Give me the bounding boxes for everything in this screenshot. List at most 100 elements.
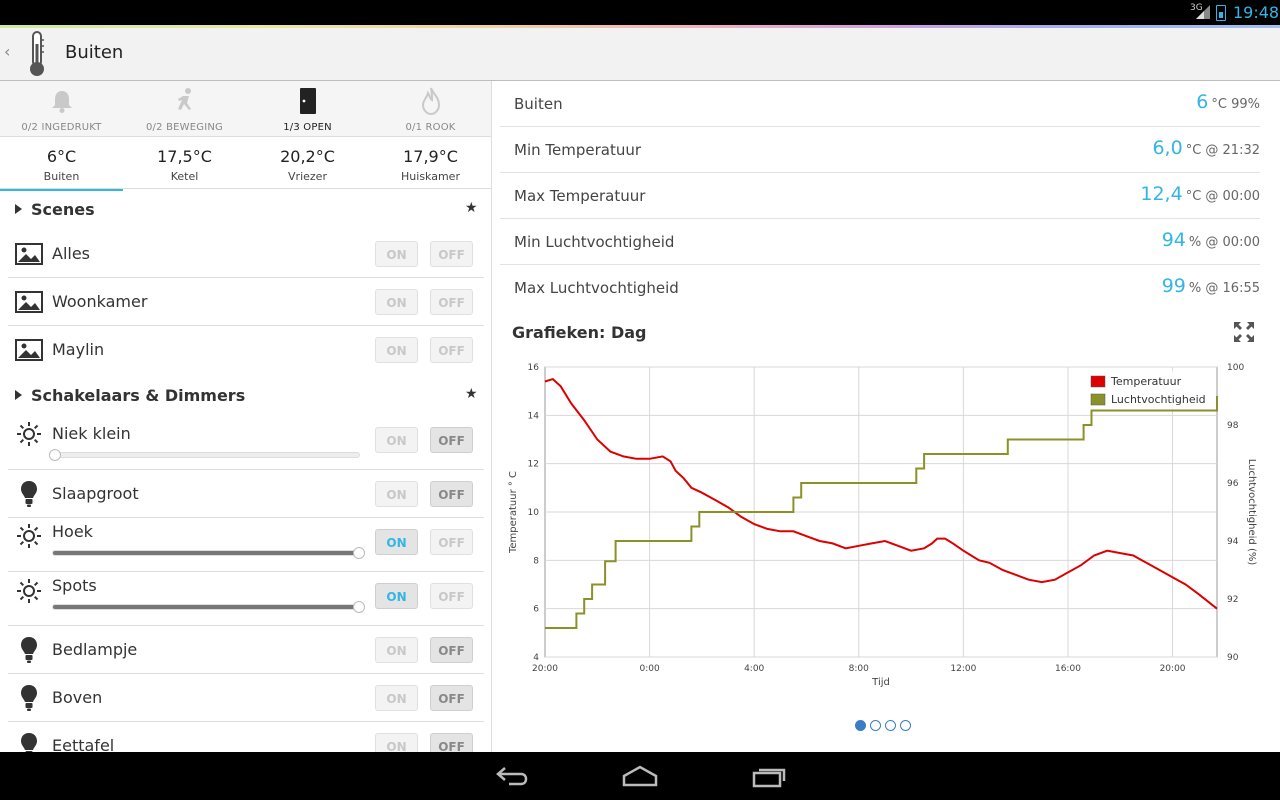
sensor-pressed[interactable]: 0/2 INGEDRUKT — [0, 81, 123, 137]
on-button[interactable]: ON — [375, 427, 418, 453]
on-button[interactable]: ON — [375, 637, 418, 663]
main-content: 0/2 INGEDRUKT 0/2 BEWEGING 1/3 OPEN 0/1 … — [0, 81, 1280, 752]
page-title: Buiten — [65, 42, 124, 63]
stat-unit: % @ 00:00 — [1188, 235, 1260, 250]
page-dot[interactable] — [855, 720, 866, 731]
on-button[interactable]: ON — [375, 583, 418, 609]
legend-swatch — [1090, 393, 1106, 406]
temperature-tabs: 6°C Buiten 17,5°C Ketel 20,2°C Vriezer 1… — [0, 138, 491, 191]
section-header-scenes[interactable]: Scenes ★ — [0, 190, 491, 230]
page-dot[interactable] — [900, 720, 911, 731]
section-header-switches[interactable]: Schakelaars & Dimmers ★ — [0, 376, 491, 416]
y-tick-label: 10 — [528, 508, 540, 518]
off-button[interactable]: OFF — [430, 241, 473, 267]
legend-label: Luchtvochtigheid — [1111, 393, 1206, 406]
switch-label: Eettafel — [52, 736, 115, 752]
stat-label: Max Temperatuur — [514, 187, 646, 205]
stat-label: Max Luchtvochtigheid — [514, 279, 679, 297]
temp-name: Vriezer — [288, 170, 327, 183]
x-tick-label: 4:00 — [744, 664, 764, 674]
stat-label: Min Temperatuur — [514, 141, 642, 159]
on-button[interactable]: ON — [375, 529, 418, 555]
stat-number: 94 — [1161, 229, 1186, 251]
off-button[interactable]: OFF — [430, 529, 473, 555]
stat-label: Buiten — [514, 95, 563, 113]
slider-knob[interactable] — [353, 547, 365, 559]
on-button[interactable]: ON — [375, 241, 418, 267]
off-button[interactable]: OFF — [430, 685, 473, 711]
x-tick-label: 8:00 — [849, 664, 869, 674]
y-tick-label: 4 — [533, 653, 539, 663]
clock: 19:48 — [1233, 3, 1280, 22]
stat-value: 12,4 °C @ 00:00 — [1140, 183, 1260, 205]
on-button[interactable]: ON — [375, 289, 418, 315]
stat-unit: °C 99% — [1211, 97, 1260, 112]
thermometer-icon[interactable] — [24, 30, 50, 78]
stat-unit: % @ 16:55 — [1188, 281, 1260, 296]
dimmer-slider[interactable] — [52, 547, 365, 559]
y-tick-label: 16 — [528, 363, 540, 373]
slider-knob[interactable] — [353, 601, 365, 613]
bulb-icon — [21, 685, 37, 711]
detail-pane: Buiten 6 °C 99% Min Temperatuur 6,0 °C @ 2… — [493, 81, 1280, 752]
signal-icon — [1196, 5, 1210, 19]
off-button[interactable]: OFF — [430, 637, 473, 663]
back-chevron-icon[interactable]: ‹ — [4, 42, 10, 61]
switch-row: Bedlampje ON OFF — [8, 626, 484, 674]
home-icon[interactable] — [621, 764, 659, 788]
dimmer-slider[interactable] — [52, 601, 365, 613]
off-button[interactable]: OFF — [430, 733, 473, 752]
off-button[interactable]: OFF — [430, 481, 473, 507]
legend-swatch — [1090, 375, 1106, 388]
temp-tab-buiten[interactable]: 6°C Buiten — [0, 138, 123, 191]
legend-label: Temperatuur — [1110, 375, 1182, 388]
on-button[interactable]: ON — [375, 685, 418, 711]
switch-row: Boven ON OFF — [8, 674, 484, 722]
stat-row: Min Luchtvochtigheid 94% @ 00:00 — [500, 219, 1260, 265]
back-icon[interactable] — [495, 764, 529, 788]
page-indicator — [855, 720, 925, 732]
switch-label: Niek klein — [52, 424, 131, 443]
sun-icon — [17, 524, 41, 548]
off-button[interactable]: OFF — [430, 427, 473, 453]
status-bar: 3G 19:48 — [0, 0, 1280, 28]
temp-tab-huiskamer[interactable]: 17,9°C Huiskamer — [369, 138, 491, 188]
expand-triangle-icon — [15, 204, 22, 214]
y2-tick-label: 100 — [1227, 363, 1244, 373]
off-button[interactable]: OFF — [430, 289, 473, 315]
bulb-icon — [21, 637, 37, 663]
on-button[interactable]: ON — [375, 481, 418, 507]
sensor-smoke[interactable]: 0/1 ROOK — [369, 81, 491, 137]
slider-knob[interactable] — [49, 449, 61, 461]
star-icon[interactable]: ★ — [465, 200, 478, 216]
sensor-motion[interactable]: 0/2 BEWEGING — [123, 81, 246, 137]
on-button[interactable]: ON — [375, 733, 418, 752]
switch-row: Hoek ON OFF — [8, 518, 484, 572]
sensor-door[interactable]: 1/3 OPEN — [246, 81, 369, 137]
dimmer-slider[interactable] — [49, 449, 360, 461]
temp-name: Ketel — [170, 170, 199, 183]
page-dot[interactable] — [870, 720, 881, 731]
x-tick-label: 16:00 — [1055, 664, 1081, 674]
temp-name: Huiskamer — [401, 170, 460, 183]
stat-label: Min Luchtvochtigheid — [514, 233, 675, 251]
sun-icon — [17, 422, 41, 446]
y2-tick-label: 94 — [1227, 537, 1239, 547]
star-icon[interactable]: ★ — [465, 386, 478, 402]
switch-label: Hoek — [52, 522, 93, 541]
temp-tab-vriezer[interactable]: 20,2°C Vriezer — [246, 138, 369, 188]
y-tick-label: 8 — [533, 556, 539, 566]
switch-row: Eettafel ON OFF — [8, 722, 484, 752]
off-button[interactable]: OFF — [430, 337, 473, 363]
fullscreen-icon[interactable] — [1233, 321, 1255, 343]
temp-tab-ketel[interactable]: 17,5°C Ketel — [123, 138, 246, 188]
stat-number: 99 — [1161, 275, 1186, 297]
y-tick-label: 6 — [533, 605, 539, 615]
off-button[interactable]: OFF — [430, 583, 473, 609]
on-button[interactable]: ON — [375, 337, 418, 363]
stat-number: 6,0 — [1152, 137, 1183, 159]
y-tick-label: 14 — [528, 411, 540, 421]
screen: 3G 19:48 ‹ Buiten 0/2 INGEDRUKT 0/2 BEWE… — [0, 0, 1280, 800]
page-dot[interactable] — [885, 720, 896, 731]
recent-apps-icon[interactable] — [751, 764, 787, 788]
